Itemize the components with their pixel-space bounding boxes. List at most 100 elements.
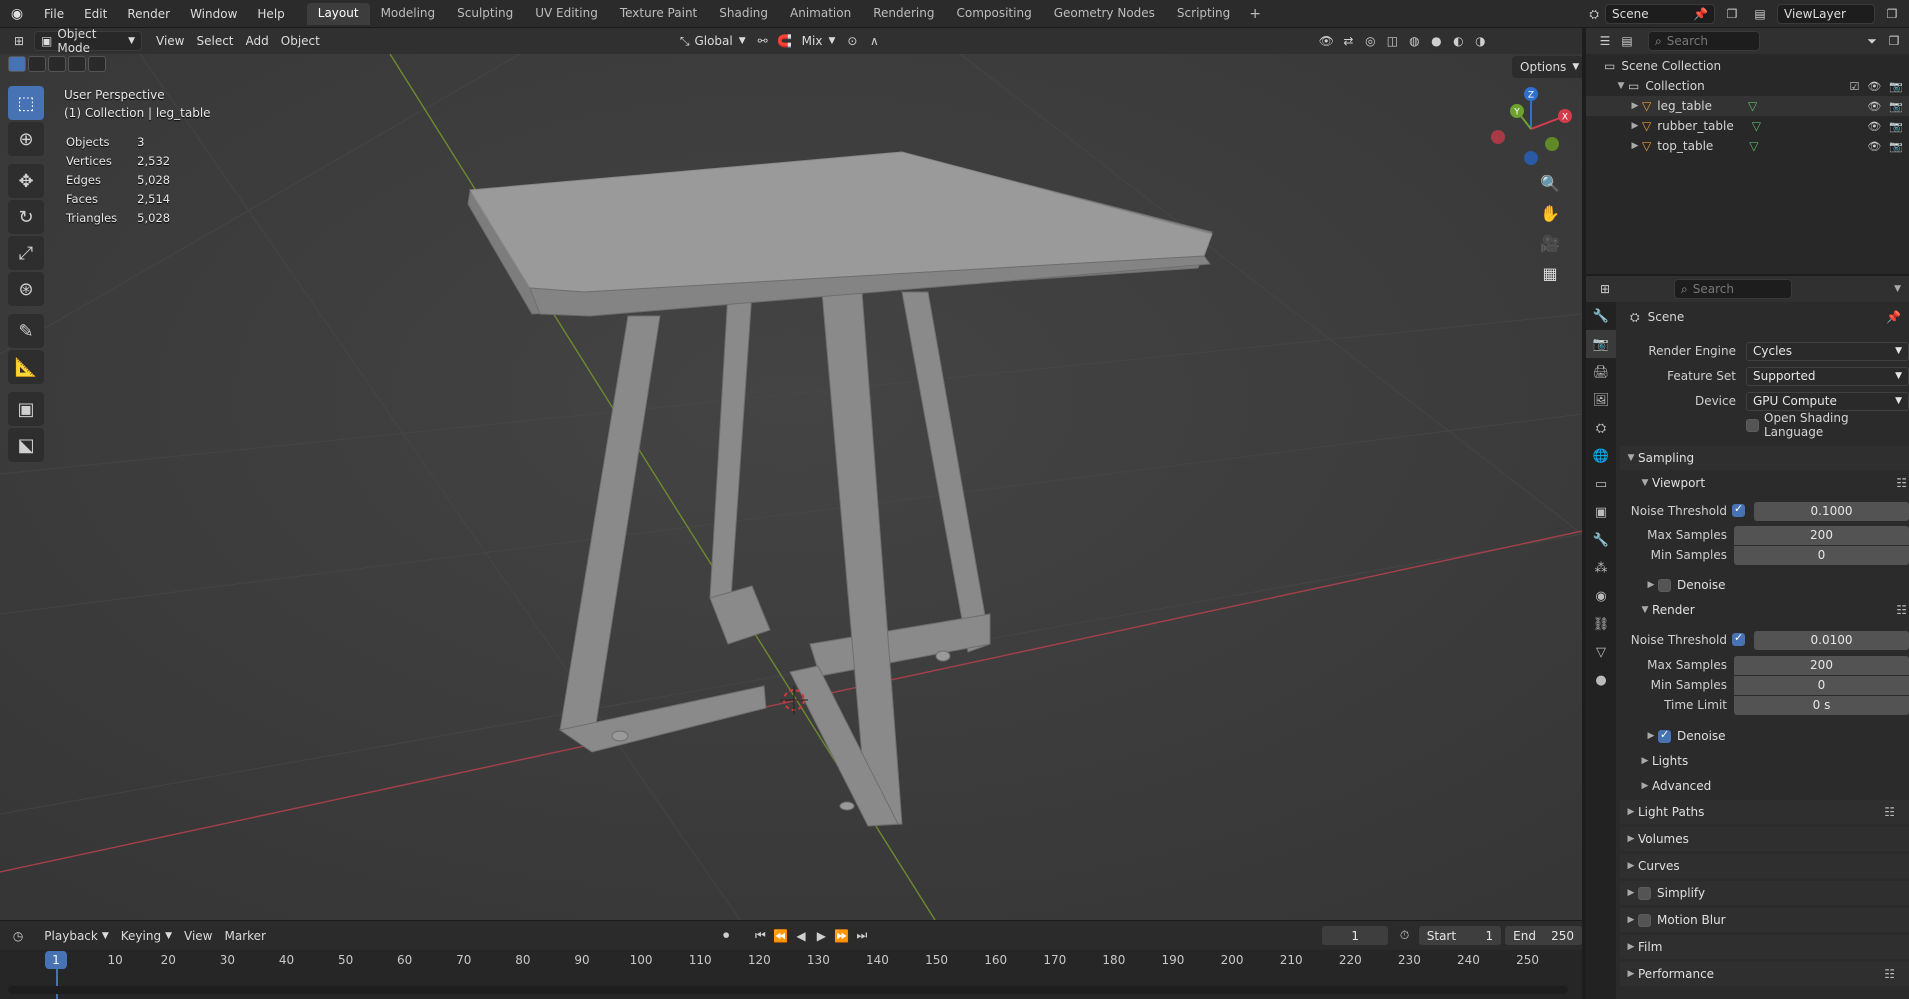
add-workspace-icon[interactable]: + — [1241, 6, 1269, 22]
timeline-scrollbar[interactable] — [8, 986, 1568, 994]
selection-mode-buttons[interactable] — [8, 56, 106, 76]
preset-list-icon[interactable]: ☷ — [1896, 476, 1907, 490]
vp-noise-field[interactable]: 0.1000 — [1754, 501, 1909, 521]
mode-dropdown[interactable]: ▣ Object Mode ▼ — [34, 27, 142, 55]
render-engine-dropdown[interactable]: Cycles ▼ — [1746, 341, 1909, 361]
outliner-editor-icon[interactable]: ☰ — [1594, 31, 1616, 51]
tab-uv-editing[interactable]: UV Editing — [524, 3, 609, 25]
end-frame-field[interactable]: End 250 — [1505, 926, 1583, 945]
preset-list-icon[interactable]: ☷ — [1896, 603, 1907, 617]
overlay-toggle-icon[interactable]: ◎ — [1359, 31, 1381, 51]
motion-blur-panel[interactable]: ▶ Motion Blur — [1620, 908, 1909, 932]
light-paths-panel[interactable]: ▶ Light Paths ☷ — [1620, 800, 1909, 824]
add-primitive-tool-icon[interactable]: ⬕ — [8, 428, 44, 462]
outliner-search-input[interactable]: ⌕ Search — [1648, 31, 1760, 51]
view-layer-selector[interactable]: ViewLayer — [1777, 4, 1875, 24]
world-tab-icon[interactable]: 🌐 — [1586, 442, 1616, 470]
device-dropdown[interactable]: GPU Compute ▼ — [1746, 391, 1909, 411]
options-button[interactable]: Options ▼ — [1512, 56, 1582, 78]
vp-denoise-subpanel[interactable]: ▶ Denoise — [1644, 574, 1726, 596]
eye-icon[interactable]: 👁 — [1867, 120, 1881, 133]
collection-tab-icon[interactable]: ▭ — [1586, 470, 1616, 498]
orientation-dropdown[interactable]: ⤡ Global ▼ — [674, 31, 752, 51]
render-tab-icon[interactable]: 📷 — [1586, 330, 1616, 358]
performance-panel[interactable]: ▶ Performance ☷ — [1620, 962, 1909, 986]
snap-dropdown[interactable]: Mix ▼ — [796, 31, 842, 51]
physics-tab-icon[interactable]: ◉ — [1586, 582, 1616, 610]
particles-tab-icon[interactable]: ⁂ — [1586, 554, 1616, 582]
annotate-tool-icon[interactable]: ✎ — [8, 314, 44, 348]
vp-noise-checkbox[interactable] — [1732, 502, 1745, 517]
menu-help[interactable]: Help — [247, 7, 294, 21]
menu-window[interactable]: Window — [180, 7, 247, 21]
output-tab-icon[interactable]: 🖨 — [1586, 358, 1616, 386]
scene-selector[interactable]: Scene 📌 — [1605, 4, 1715, 24]
preview-range-icon[interactable]: ⏱ — [1394, 926, 1414, 946]
header-dropdown-icon[interactable]: ▼ — [1894, 284, 1901, 294]
menu-render[interactable]: Render — [117, 7, 180, 21]
add-cube-tool-icon[interactable]: ▣ — [8, 392, 44, 426]
menu-playback[interactable]: Playback ▼ — [38, 926, 114, 946]
pin-icon[interactable]: 📌 — [1886, 310, 1901, 324]
select-subtract-icon[interactable] — [48, 56, 66, 72]
view-layer-tab-icon[interactable]: 🖼 — [1586, 386, 1616, 414]
time-limit-field[interactable]: 0 s — [1734, 695, 1909, 715]
playhead[interactable] — [56, 969, 58, 999]
blender-logo-icon[interactable]: ◉ — [0, 6, 34, 22]
3d-viewport[interactable]: ⬚ ⊕ ✥ ↻ ⤢ ⊛ ✎ 📐 ▣ ⬕ User Perspective (1)… — [0, 54, 1582, 920]
outliner-item-leg-table[interactable]: ▶ ▽ leg_table ▽ 👁 📷 — [1586, 96, 1909, 116]
tab-rendering[interactable]: Rendering — [862, 3, 945, 25]
film-panel[interactable]: ▶ Film — [1620, 935, 1909, 959]
prev-keyframe-icon[interactable]: ⏪ — [771, 926, 791, 946]
auto-key-icon[interactable]: ⏺ — [716, 926, 736, 946]
eye-icon[interactable]: 👁 — [1867, 100, 1881, 113]
r-max-samples-field[interactable]: 200 — [1734, 655, 1909, 675]
next-keyframe-icon[interactable]: ⏩ — [831, 926, 851, 946]
select-intersect-icon[interactable] — [88, 56, 106, 72]
tool-tab-icon[interactable]: 🔧 — [1586, 302, 1616, 330]
scale-tool-icon[interactable]: ⤢ — [8, 236, 44, 270]
rendered-shading-icon[interactable]: ◑ — [1469, 31, 1491, 51]
play-icon[interactable]: ▶ — [811, 926, 831, 946]
scene-tab-icon[interactable]: ⛭ — [1586, 414, 1616, 442]
menu-view[interactable]: View — [150, 31, 190, 51]
outliner-scene-collection[interactable]: ▭ Scene Collection — [1586, 56, 1909, 76]
motion-blur-checkbox[interactable] — [1638, 913, 1651, 927]
new-collection-icon[interactable]: ❐ — [1883, 31, 1905, 51]
zoom-icon[interactable]: 🔍 — [1536, 172, 1564, 194]
solid-shading-icon[interactable]: ● — [1425, 31, 1447, 51]
falloff-icon[interactable]: ∧ — [863, 31, 885, 51]
rotate-tool-icon[interactable]: ↻ — [8, 200, 44, 234]
wireframe-shading-icon[interactable]: ◍ — [1403, 31, 1425, 51]
xray-icon[interactable]: ◫ — [1381, 31, 1403, 51]
simplify-panel[interactable]: ▶ Simplify — [1620, 881, 1909, 905]
select-extend-icon[interactable] — [28, 56, 46, 72]
camera-icon[interactable]: 📷 — [1889, 140, 1903, 153]
select-new-icon[interactable] — [8, 56, 26, 72]
viewport-subpanel-header[interactable]: ▼ Viewport ☷ — [1638, 472, 1909, 494]
tab-sculpting[interactable]: Sculpting — [446, 3, 524, 25]
menu-file[interactable]: File — [34, 7, 74, 21]
camera-icon[interactable]: 📷 — [1889, 120, 1903, 133]
current-frame-field[interactable]: 1 — [1322, 926, 1389, 945]
cursor-tool-icon[interactable]: ⊕ — [8, 122, 44, 156]
menu-edit[interactable]: Edit — [74, 7, 117, 21]
play-reverse-icon[interactable]: ◀ — [791, 926, 811, 946]
sampling-panel-header[interactable]: ▼ Sampling — [1620, 446, 1909, 470]
camera-icon[interactable]: 📷 — [1889, 80, 1903, 93]
modifier-tab-icon[interactable]: 🔧 — [1586, 526, 1616, 554]
navigation-gizmo[interactable]: Z X Y — [1486, 84, 1576, 174]
ortho-grid-icon[interactable]: ▦ — [1536, 262, 1564, 284]
r-min-samples-field[interactable]: 0 — [1734, 675, 1909, 695]
pan-hand-icon[interactable]: ✋ — [1536, 202, 1564, 224]
r-noise-checkbox[interactable] — [1732, 631, 1745, 646]
r-denoise-subpanel[interactable]: ▶Denoise — [1644, 725, 1726, 747]
measure-tool-icon[interactable]: 📐 — [8, 350, 44, 384]
proportional-edit-icon[interactable]: ⊙ — [841, 31, 863, 51]
tab-geometry-nodes[interactable]: Geometry Nodes — [1043, 3, 1166, 25]
r-denoise-checkbox[interactable] — [1658, 728, 1671, 743]
tab-layout[interactable]: Layout — [306, 2, 370, 25]
preset-list-icon[interactable]: ☷ — [1884, 805, 1895, 819]
checkbox-icon[interactable]: ☑ — [1849, 80, 1859, 93]
scene-icon[interactable]: ⛭ — [1589, 7, 1599, 22]
